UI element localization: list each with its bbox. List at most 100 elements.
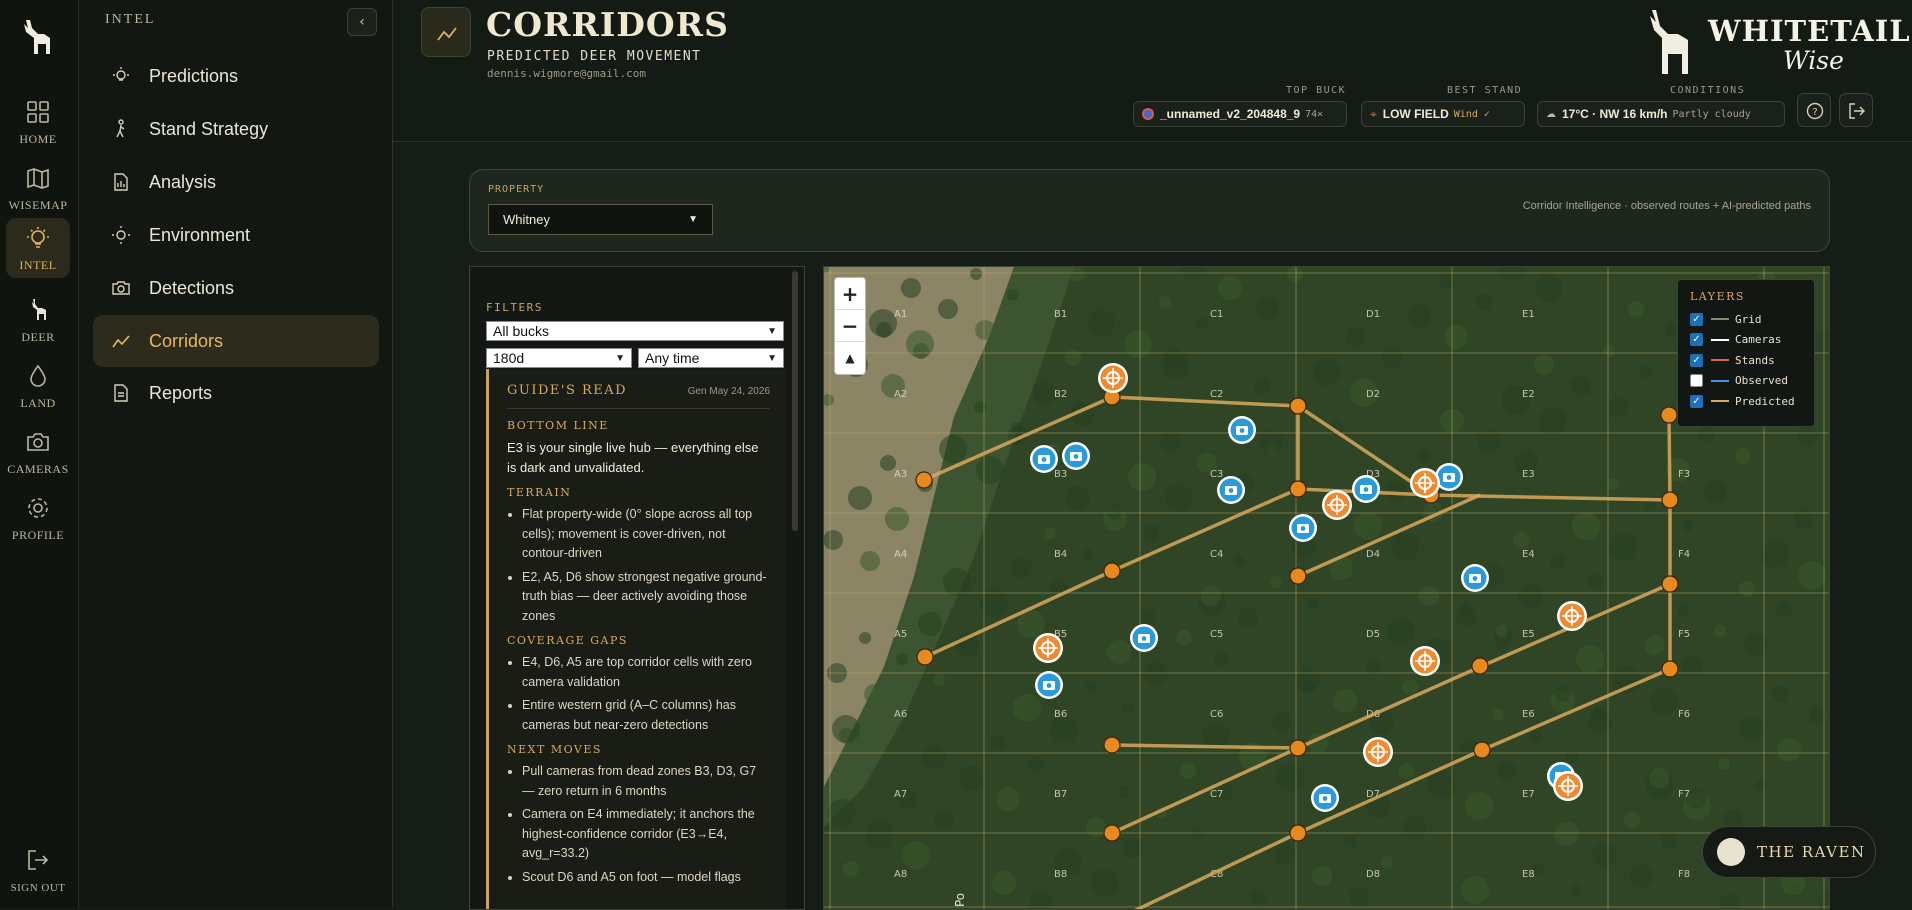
layer-toggle-observed[interactable]: Observed — [1690, 371, 1802, 392]
tree-canopy — [1345, 327, 1365, 347]
checkbox[interactable]: ✓ — [1690, 394, 1703, 408]
rail-wisemap[interactable]: WISEMAP — [6, 158, 70, 218]
tree-canopy — [1539, 407, 1567, 435]
checkbox[interactable]: ✓ — [1690, 312, 1703, 326]
tree-canopy — [1218, 276, 1242, 300]
tree-canopy — [828, 799, 856, 827]
sidebar-item-detections[interactable]: Detections — [93, 263, 379, 313]
grid-cell-label: E1 — [1522, 309, 1535, 320]
sidebar-item-environment[interactable]: Environment — [93, 210, 379, 260]
rail-signout[interactable]: SIGN OUT — [6, 840, 70, 900]
sidebar-item-stand-strategy[interactable]: Stand Strategy — [93, 104, 379, 154]
time-filter-select[interactable]: Any time ▼ — [638, 348, 784, 368]
grid-cell-label: A1 — [894, 309, 907, 320]
corridor-node — [1661, 660, 1679, 678]
top-buck-pill[interactable]: _unnamed_v2_204848_9 74× — [1133, 101, 1347, 127]
chevron-down-icon: ▼ — [767, 325, 777, 337]
property-select[interactable]: Whitney ▼ — [488, 204, 713, 235]
list-item: E2, A5, D6 show strongest negative groun… — [522, 568, 770, 627]
tree-canopy — [1201, 586, 1221, 606]
compass-button[interactable]: ▲ — [835, 342, 865, 374]
grid-cell-label: B2 — [1054, 389, 1067, 400]
chart-doc-icon — [114, 173, 128, 191]
rail-home[interactable]: HOME — [6, 92, 70, 152]
tree-canopy — [1650, 687, 1678, 715]
grid-cell-label: A7 — [894, 789, 907, 800]
rail-label: DEER — [21, 330, 55, 344]
tree-canopy — [976, 456, 1004, 484]
tree-canopy — [1106, 504, 1122, 520]
layer-label: Observed — [1735, 374, 1788, 388]
buck-filter-value: All bucks — [493, 323, 550, 339]
rail-deer[interactable]: DEER — [6, 290, 70, 350]
page-icon — [421, 7, 471, 57]
tree-canopy — [1550, 553, 1566, 569]
grid-cell-label: C4 — [1210, 549, 1223, 560]
grid-cell-label: C7 — [1210, 789, 1223, 800]
tree-canopy — [1354, 512, 1382, 540]
checkbox[interactable]: ✓ — [1690, 333, 1703, 347]
filters-label: FILTERS — [486, 301, 543, 314]
corridor-node — [1289, 739, 1307, 757]
raven-assistant-button[interactable]: THE RAVEN — [1702, 826, 1876, 878]
rail-profile[interactable]: PROFILE — [6, 488, 70, 548]
chevron-left-icon: ‹ — [359, 14, 365, 30]
tree-canopy — [1255, 297, 1279, 321]
chevron-down-icon: ▼ — [615, 352, 625, 364]
tree-canopy — [1085, 681, 1097, 693]
sidebar-item-analysis[interactable]: Analysis — [93, 157, 379, 207]
sidebar-item-label: Detections — [149, 277, 235, 298]
list-item: Scout D6 and A5 on foot — model flags — [522, 868, 770, 888]
stand-icon: ⌖ — [1370, 106, 1377, 121]
chevron-down-icon: ▼ — [767, 352, 777, 364]
zoom-out-button[interactable]: − — [835, 310, 865, 342]
tree-canopy — [1513, 532, 1529, 548]
rail-cameras[interactable]: CAMERAS — [6, 422, 70, 482]
tree-canopy — [1608, 397, 1628, 417]
tree-canopy — [1772, 686, 1788, 702]
camera-lens — [1239, 428, 1245, 433]
sidebar-item-predictions[interactable]: Predictions — [93, 51, 379, 101]
tree-canopy — [1624, 812, 1640, 828]
tree-canopy — [1139, 609, 1155, 625]
help-button[interactable]: ? — [1797, 93, 1831, 127]
corridor-map[interactable]: A1 A2 A3 A4 A5 A6 A7 A8 B1 B2 B3 B4 B5 B6 B7 B8 C1 C2 C3 C4… — [823, 266, 1830, 910]
zoom-in-button[interactable]: + — [835, 278, 865, 310]
tree-canopy — [1213, 651, 1229, 667]
best-stand-pill[interactable]: ⌖ LOW FIELD Wind ✓ — [1361, 101, 1525, 127]
whitetail-logo-icon[interactable] — [14, 14, 62, 62]
layer-toggle-grid[interactable]: ✓ Grid — [1690, 309, 1802, 330]
camera-lens — [1141, 636, 1147, 641]
guide-date: Gen May 24, 2026 — [687, 386, 770, 397]
range-filter-select[interactable]: 180d ▼ — [486, 348, 632, 368]
tree-canopy — [1497, 761, 1517, 781]
layer-toggle-predicted[interactable]: ✓ Predicted — [1690, 391, 1802, 412]
tree-canopy — [1124, 330, 1152, 358]
checkbox[interactable]: ✓ — [1690, 353, 1703, 367]
checkbox[interactable] — [1690, 374, 1703, 388]
layer-toggle-stands[interactable]: ✓ Stands — [1690, 350, 1802, 371]
grid-cell-label: B1 — [1054, 309, 1067, 320]
tree-canopy — [1714, 625, 1726, 637]
collapse-button[interactable]: ‹ — [347, 8, 377, 36]
tree-canopy — [1496, 625, 1508, 637]
list-item: Pull cameras from dead zones B3, D3, G7 … — [522, 762, 770, 801]
sidebar-item-corridors[interactable]: Corridors — [93, 315, 379, 367]
buck-filter-select[interactable]: All bucks ▼ — [486, 321, 784, 341]
rail-land[interactable]: LAND — [6, 356, 70, 416]
trend-icon — [112, 335, 130, 348]
rail-intel[interactable]: INTEL — [6, 218, 70, 278]
grid-cell-label: F5 — [1678, 629, 1690, 640]
sidebar-item-reports[interactable]: Reports — [93, 368, 379, 418]
panel-scrollbar[interactable] — [792, 271, 798, 531]
conditions-pill[interactable]: ☁ 17°C · NW 16 km/h Partly cloudy — [1537, 101, 1785, 127]
layer-toggle-cameras[interactable]: ✓ Cameras — [1690, 330, 1802, 351]
guides-read-card: GUIDE'S READ Gen May 24, 2026 BOTTOM LIN… — [486, 369, 786, 909]
tree-canopy — [1165, 484, 1193, 512]
rail-label: HOME — [19, 132, 57, 146]
corridor-node — [1289, 480, 1307, 498]
tree-canopy — [1271, 712, 1291, 732]
tree-canopy — [1476, 294, 1492, 310]
signout-button[interactable] — [1839, 93, 1873, 127]
grid-cell-label: C6 — [1210, 709, 1223, 720]
